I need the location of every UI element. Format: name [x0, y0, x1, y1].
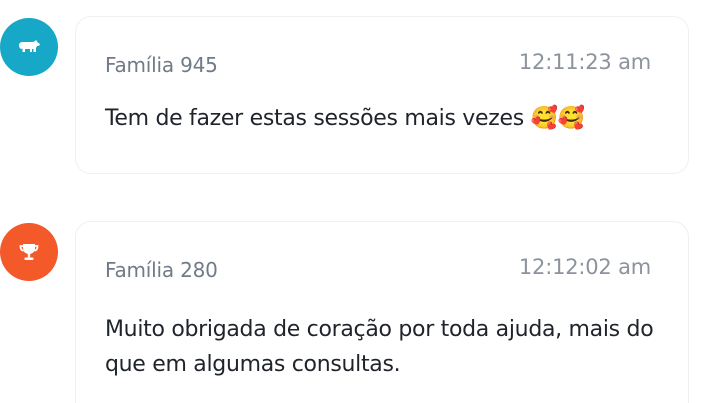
message-card: Família 945 12:11:23 am Tem de fazer est… — [75, 16, 689, 174]
message-item: Família 280 12:12:02 am Muito obrigada d… — [0, 205, 703, 403]
message-text: Muito obrigada de coração por toda ajuda… — [105, 317, 654, 377]
message-card: Família 280 12:12:02 am Muito obrigada d… — [75, 221, 689, 403]
message-timestamp: 12:11:23 am — [518, 50, 651, 74]
message-timestamp: 12:12:02 am — [518, 255, 651, 279]
sender-name: Família 280 — [105, 258, 218, 282]
sender-name: Família 945 — [105, 53, 218, 77]
message-text: Tem de fazer estas sessões mais vezes 🥰🥰 — [105, 106, 585, 131]
avatar — [0, 18, 58, 76]
message-feed: Família 945 12:11:23 am Tem de fazer est… — [0, 0, 703, 403]
message-item: Família 945 12:11:23 am Tem de fazer est… — [0, 0, 703, 190]
bear-icon — [19, 40, 40, 52]
trophy-icon — [19, 244, 39, 260]
avatar — [0, 223, 58, 281]
